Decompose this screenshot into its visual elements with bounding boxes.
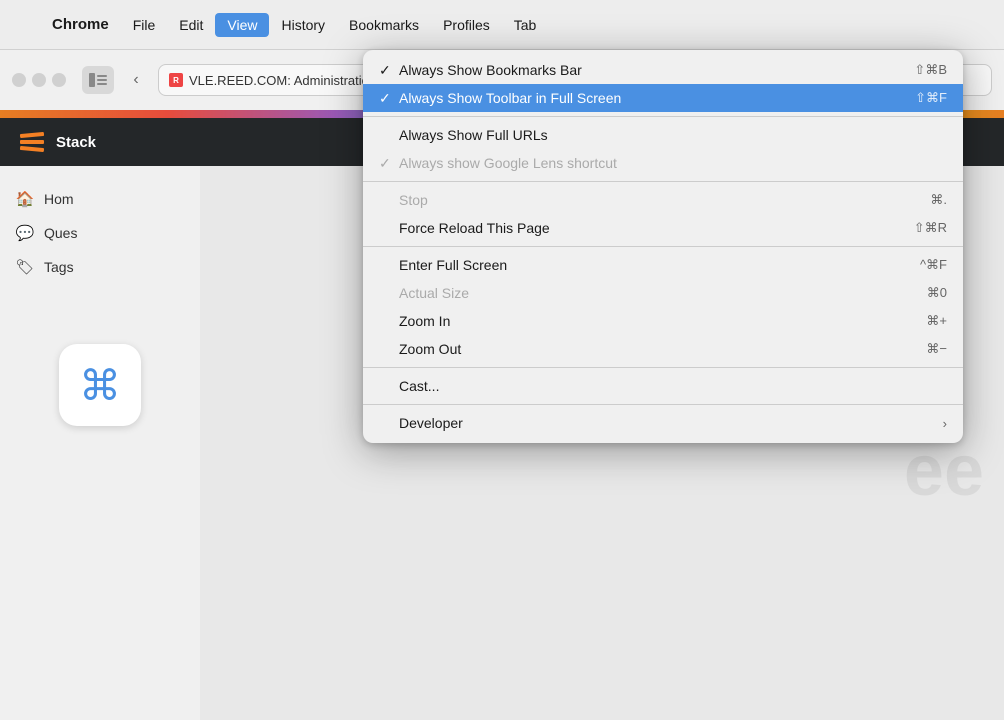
separator-1 [363, 116, 963, 117]
shortcut: ⌘0 [895, 285, 947, 301]
menu-label: Always Show Bookmarks Bar [399, 62, 882, 78]
menu-label: Zoom In [399, 313, 894, 329]
menu-label: Always Show Full URLs [399, 127, 915, 143]
menu-label: Actual Size [399, 285, 895, 301]
menu-item-enter-full-screen[interactable]: Enter Full Screen ^⌘F [363, 251, 963, 279]
menu-item-developer[interactable]: Developer › [363, 409, 963, 437]
submenu-arrow-icon: › [943, 416, 947, 431]
menu-label: Always Show Toolbar in Full Screen [399, 90, 883, 106]
menu-item-always-show-bookmarks-bar[interactable]: ✓ Always Show Bookmarks Bar ⇧⌘B [363, 56, 963, 84]
menu-item-always-show-full-urls[interactable]: Always Show Full URLs [363, 121, 963, 149]
shortcut: ⇧⌘B [882, 62, 947, 78]
shortcut: ⇧⌘F [883, 90, 947, 106]
dropdown-overlay: ✓ Always Show Bookmarks Bar ⇧⌘B ✓ Always… [0, 0, 1004, 720]
shortcut: ^⌘F [888, 257, 947, 273]
menu-label: Developer [399, 415, 943, 431]
menu-label: Force Reload This Page [399, 220, 882, 236]
menu-label: Zoom Out [399, 341, 894, 357]
menu-label: Always show Google Lens shortcut [399, 155, 915, 171]
menu-item-stop: Stop ⌘. [363, 186, 963, 214]
menu-item-zoom-in[interactable]: Zoom In ⌘+ [363, 307, 963, 335]
menu-item-google-lens: ✓ Always show Google Lens shortcut [363, 149, 963, 177]
shortcut: ⇧⌘R [882, 220, 947, 236]
menu-label: Stop [399, 192, 898, 208]
shortcut: ⌘. [898, 192, 947, 208]
menu-item-always-show-toolbar-fullscreen[interactable]: ✓ Always Show Toolbar in Full Screen ⇧⌘F [363, 84, 963, 112]
menu-item-actual-size: Actual Size ⌘0 [363, 279, 963, 307]
menu-label: Cast... [399, 378, 915, 394]
check-icon: ✓ [379, 62, 399, 79]
separator-2 [363, 181, 963, 182]
separator-5 [363, 404, 963, 405]
shortcut: ⌘+ [894, 313, 947, 329]
check-icon: ✓ [379, 155, 399, 172]
view-dropdown-menu: ✓ Always Show Bookmarks Bar ⇧⌘B ✓ Always… [363, 50, 963, 443]
menu-item-force-reload[interactable]: Force Reload This Page ⇧⌘R [363, 214, 963, 242]
menu-item-zoom-out[interactable]: Zoom Out ⌘− [363, 335, 963, 363]
shortcut: ⌘− [894, 341, 947, 357]
separator-4 [363, 367, 963, 368]
menu-item-cast[interactable]: Cast... [363, 372, 963, 400]
check-icon: ✓ [379, 90, 399, 107]
menu-label: Enter Full Screen [399, 257, 888, 273]
separator-3 [363, 246, 963, 247]
